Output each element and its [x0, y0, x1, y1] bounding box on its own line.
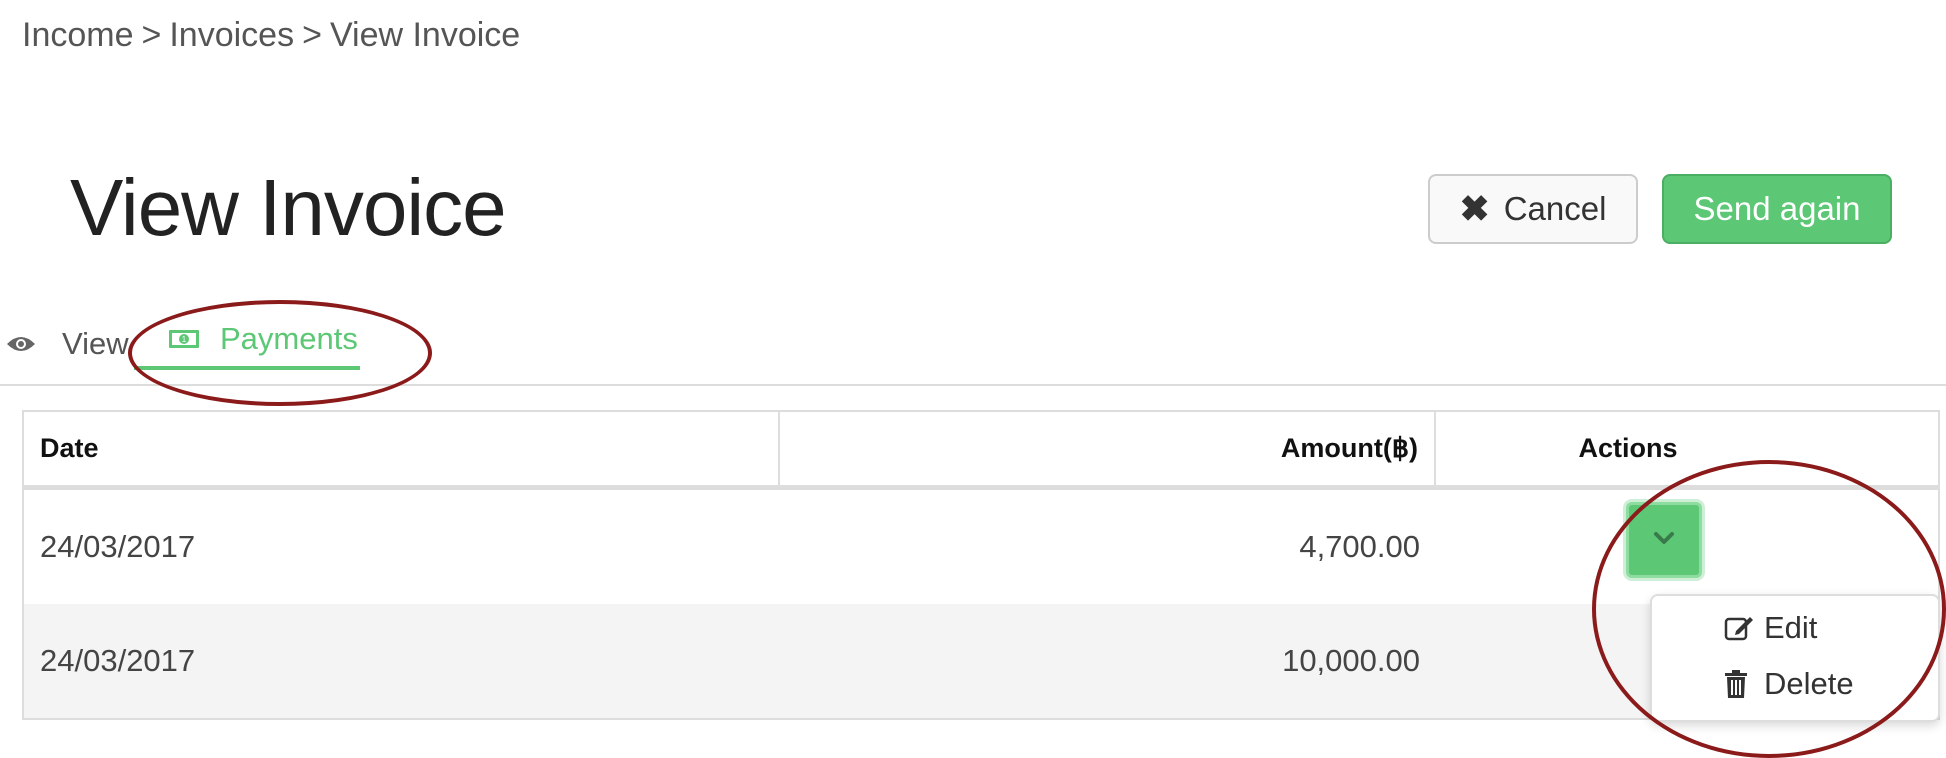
cancel-button-label: Cancel — [1503, 190, 1607, 227]
breadcrumb-separator: > — [302, 16, 322, 54]
page-title: View Invoice — [70, 163, 507, 252]
chevron-down-icon — [1653, 531, 1675, 550]
send-again-button[interactable]: Send again — [1662, 174, 1892, 244]
cell-date: 24/03/2017 — [40, 643, 196, 678]
menu-item-delete-label: Delete — [1764, 666, 1854, 701]
eye-icon — [6, 334, 36, 354]
column-header-date[interactable]: Date — [24, 412, 780, 485]
column-header-actions: Actions — [1578, 433, 1678, 463]
breadcrumb-item-invoices[interactable]: Invoices — [169, 16, 294, 54]
breadcrumb-item-income[interactable]: Income — [22, 16, 134, 54]
row-actions-dropdown-button[interactable] — [1626, 502, 1702, 578]
edit-icon — [1724, 614, 1754, 642]
svg-text:1: 1 — [182, 335, 187, 344]
column-header-amount[interactable]: Amount(฿) — [780, 412, 1436, 485]
tab-view-label: View — [62, 326, 129, 361]
table-header-row: Date Amount(฿) Actions — [24, 412, 1938, 490]
trash-icon — [1724, 669, 1754, 699]
menu-item-edit-label: Edit — [1764, 610, 1818, 645]
breadcrumb-item-view-invoice: View Invoice — [329, 16, 521, 54]
money-icon: 1 — [168, 329, 200, 349]
tab-payments[interactable]: 1 Payments — [134, 312, 360, 370]
close-icon: ✖ — [1459, 188, 1490, 229]
menu-item-delete[interactable]: Delete — [1724, 666, 1854, 702]
menu-item-edit[interactable]: Edit — [1724, 610, 1817, 646]
cell-amount: 4,700.00 — [1299, 529, 1420, 564]
tab-view[interactable]: View — [6, 326, 129, 362]
cell-amount: 10,000.00 — [1282, 643, 1420, 678]
tab-bar: View 1 Payments — [0, 312, 1946, 386]
breadcrumb: Income > Invoices > View Invoice — [22, 16, 520, 55]
send-again-button-label: Send again — [1693, 190, 1861, 227]
breadcrumb-separator: > — [141, 16, 162, 54]
cancel-button[interactable]: ✖ Cancel — [1428, 174, 1638, 244]
tab-payments-label: Payments — [220, 321, 358, 356]
cell-date: 24/03/2017 — [40, 529, 196, 564]
row-actions-menu: Edit Delete — [1650, 594, 1940, 722]
